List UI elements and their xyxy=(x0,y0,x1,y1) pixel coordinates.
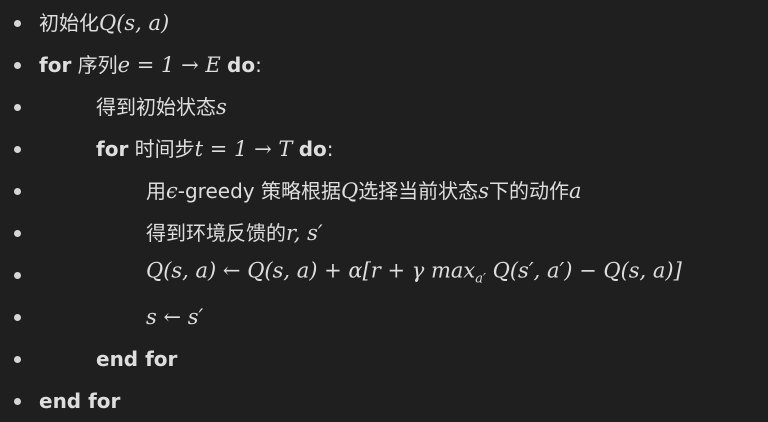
update-equation-rest: Q(s′, a′) − Q(s, a)] xyxy=(485,258,682,283)
line-content: 得到环境反馈的r, s′ xyxy=(146,218,323,248)
math-a: a xyxy=(568,179,582,203)
line-content: 用ϵ-greedy 策略根据Q选择当前状态s下的动作a xyxy=(146,176,582,206)
state-update: s ← s′ xyxy=(146,305,204,329)
line-content: end for xyxy=(96,344,177,374)
bullet-icon xyxy=(14,272,21,279)
math-q: Q xyxy=(340,179,359,203)
list-item: 得到环境反馈的r, s′ xyxy=(0,212,768,254)
list-item: for 序列e = 1 → E do: xyxy=(0,44,768,86)
list-item: for 时间步t = 1 → T do: xyxy=(0,128,768,170)
bullet-icon xyxy=(14,356,21,363)
list-item: s ← s′ xyxy=(0,296,768,338)
episode-text: 序列 xyxy=(77,53,118,77)
bullet-icon xyxy=(14,20,21,27)
bullet-icon xyxy=(14,230,21,237)
keyword-end-for: end for xyxy=(39,389,121,413)
step-text: 用 xyxy=(146,179,166,203)
line-content: s ← s′ xyxy=(146,302,203,332)
bullet-icon xyxy=(14,104,21,111)
algorithm-list: 初始化Q(s, a) for 序列e = 1 → E do: 得到初始状态s f… xyxy=(0,0,768,422)
step-text: 得到环境反馈的 xyxy=(146,221,286,245)
math-expression: Q(s, a) xyxy=(99,11,170,35)
colon: : xyxy=(326,137,334,161)
list-item: Q(s, a) ← Q(s, a) + α[r + γ maxa′ Q(s′, … xyxy=(0,254,768,296)
list-item: 初始化Q(s, a) xyxy=(0,2,768,44)
line-content: Q(s, a) ← Q(s, a) + α[r + γ maxa′ Q(s′, … xyxy=(146,256,682,295)
bullet-icon xyxy=(14,188,21,195)
max-subscript: a′ xyxy=(475,271,486,287)
step-text: 下的动作 xyxy=(488,179,569,203)
keyword-do: do xyxy=(298,137,327,161)
bullet-icon xyxy=(14,314,21,321)
math-s: s xyxy=(478,179,489,203)
keyword-for: for xyxy=(39,53,72,77)
bullet-icon xyxy=(14,146,21,153)
step-text: 得到初始状态 xyxy=(96,95,216,119)
line-content: 得到初始状态s xyxy=(96,92,227,122)
colon: : xyxy=(255,53,262,77)
init-text: 初始化 xyxy=(39,11,99,35)
keyword-for: for xyxy=(96,137,129,161)
math-expression: t = 1 → T xyxy=(194,137,293,161)
line-content: 初始化Q(s, a) xyxy=(39,8,169,38)
step-text: -greedy 策略根据 xyxy=(177,179,341,203)
step-text: 选择当前状态 xyxy=(358,179,479,203)
math-expression: r, s′ xyxy=(286,221,323,245)
keyword-end-for: end for xyxy=(96,347,178,371)
list-item: end for xyxy=(0,338,768,380)
list-item: 用ϵ-greedy 策略根据Q选择当前状态s下的动作a xyxy=(0,170,768,212)
bullet-icon xyxy=(14,62,21,69)
update-equation: Q(s, a) ← Q(s, a) + α[r + γ max xyxy=(146,258,476,283)
line-content: end for xyxy=(39,386,120,416)
math-epsilon: ϵ xyxy=(166,179,178,203)
math-expression: s xyxy=(216,95,227,119)
line-content: for 时间步t = 1 → T do: xyxy=(96,134,334,164)
list-item: 得到初始状态s xyxy=(0,86,768,128)
keyword-do: do xyxy=(227,53,256,77)
line-content: for 序列e = 1 → E do: xyxy=(39,50,262,80)
math-expression: e = 1 → E xyxy=(117,53,221,77)
timestep-text: 时间步 xyxy=(134,137,195,161)
list-item: end for xyxy=(0,380,768,422)
bullet-icon xyxy=(14,398,21,405)
